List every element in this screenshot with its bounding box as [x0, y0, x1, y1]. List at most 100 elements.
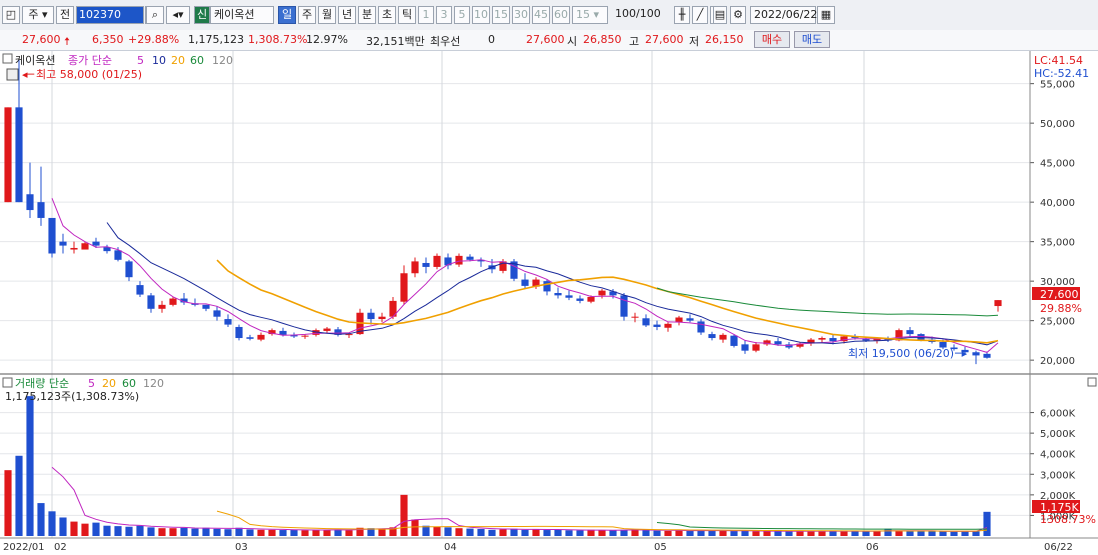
- volume-tick-label: 4,000K: [1040, 450, 1076, 461]
- hc-value: HC:-52.41: [1034, 67, 1089, 80]
- candle-body: [433, 255, 441, 267]
- volume-bar: [312, 530, 320, 536]
- volume-bar: [697, 530, 705, 536]
- candle-body: [279, 330, 287, 335]
- candle-body: [631, 316, 639, 318]
- volume-bar: [4, 470, 12, 536]
- candle-body: [367, 312, 375, 320]
- max-note: 최고 58,000 (01/25): [36, 68, 142, 81]
- volume-bar: [719, 530, 727, 536]
- volume-bar: [290, 529, 298, 536]
- volume-title: 거래량 단순: [15, 377, 69, 390]
- volume-bar: [59, 517, 67, 536]
- panel-collapse-icon[interactable]: [2, 53, 13, 64]
- date-tick-label: 02: [54, 542, 67, 553]
- candle-body: [37, 202, 45, 218]
- candle-body: [235, 326, 243, 339]
- candle-body: [169, 298, 177, 305]
- candle-body: [411, 261, 419, 274]
- candle-body: [455, 255, 463, 265]
- candle-body: [906, 330, 914, 335]
- volume-bar: [224, 529, 232, 536]
- volume-bar: [125, 526, 133, 536]
- volume-bar: [884, 528, 892, 536]
- volume-bar: [279, 530, 287, 536]
- price-panel-name: 케이옥션: [15, 54, 55, 67]
- volume-bar: [554, 529, 562, 536]
- volume-bar: [499, 529, 507, 536]
- candle-body: [554, 293, 562, 296]
- ma-10: 10: [152, 54, 166, 67]
- panel-close-icon[interactable]: [1087, 377, 1097, 387]
- volume-bar: [70, 521, 78, 536]
- volume-bar: [730, 531, 738, 536]
- candle-body: [565, 295, 573, 298]
- ma-5: 5: [137, 54, 144, 67]
- volume-bar: [114, 526, 122, 536]
- volume-bar: [246, 529, 254, 536]
- volume-bar: [147, 527, 155, 536]
- price-tick-label: 40,000: [1040, 198, 1075, 209]
- candle-body: [708, 334, 716, 339]
- volume-bar: [488, 529, 496, 536]
- volume-bar: [345, 530, 353, 536]
- volume-bar: [664, 530, 672, 536]
- date-tick-label: 06: [866, 542, 879, 553]
- volume-bar: [895, 530, 903, 536]
- volume-bar: [378, 528, 386, 536]
- volume-bar: [906, 531, 914, 536]
- candle-body: [15, 107, 23, 203]
- volume-bar: [642, 530, 650, 536]
- lc-value: LC:41.54: [1034, 54, 1083, 67]
- arrow-left-icon: ◂─: [22, 68, 35, 81]
- volume-bar: [411, 519, 419, 536]
- volume-tick-label: 3,000K: [1040, 470, 1076, 481]
- volume-bar: [532, 529, 540, 536]
- min-note: 최저 19,500 (06/20): [848, 347, 954, 360]
- volume-bar: [675, 530, 683, 536]
- candle-body: [125, 261, 133, 278]
- last-volume-pct: 1308.73%: [1040, 513, 1096, 526]
- candle-body: [543, 281, 551, 292]
- volume-bar: [862, 531, 870, 536]
- volume-bar: [92, 522, 100, 536]
- candle-body: [59, 241, 67, 246]
- volume-bar: [653, 530, 661, 536]
- volume-collapse-icon[interactable]: [2, 377, 13, 388]
- candle-body: [70, 247, 78, 250]
- ma-120: 120: [212, 54, 233, 67]
- volume-bar: [521, 529, 529, 536]
- date-tick-label: 05: [654, 542, 667, 553]
- arrow-right-icon: ─▸: [954, 347, 968, 360]
- candle-body: [587, 296, 595, 302]
- volume-tick-label: 5,000K: [1040, 429, 1076, 440]
- volume-bar: [807, 531, 815, 536]
- volume-bar: [433, 526, 441, 536]
- candle-body: [92, 241, 100, 246]
- volume-bar: [26, 396, 34, 536]
- volume-bar: [818, 531, 826, 536]
- table-icon[interactable]: [6, 68, 19, 81]
- candle-body: [400, 273, 408, 302]
- volume-tick-label: 6,000K: [1040, 409, 1076, 420]
- vol-ma-20: 20: [102, 377, 116, 390]
- volume-bar: [576, 530, 584, 536]
- price-tick-label: 45,000: [1040, 159, 1075, 170]
- candle-body: [301, 335, 309, 337]
- candle-body: [48, 217, 56, 254]
- volume-bar: [917, 531, 925, 536]
- candle-body: [246, 337, 254, 339]
- volume-bar: [268, 529, 276, 536]
- candle-body: [818, 338, 826, 340]
- date-tick-label: 04: [444, 542, 457, 553]
- candle-body: [224, 319, 232, 325]
- candle-body: [202, 304, 210, 309]
- volume-bar: [774, 531, 782, 536]
- candle-body: [829, 338, 837, 342]
- volume-bar: [81, 523, 89, 536]
- chart-area[interactable]: 20,000 25,000 30,000 35,000 40,000 45,000 50,0…: [0, 0, 1098, 555]
- candle-body: [378, 316, 386, 320]
- volume-bar: [972, 531, 980, 536]
- volume-bar: [785, 531, 793, 536]
- volume-bar: [191, 528, 199, 536]
